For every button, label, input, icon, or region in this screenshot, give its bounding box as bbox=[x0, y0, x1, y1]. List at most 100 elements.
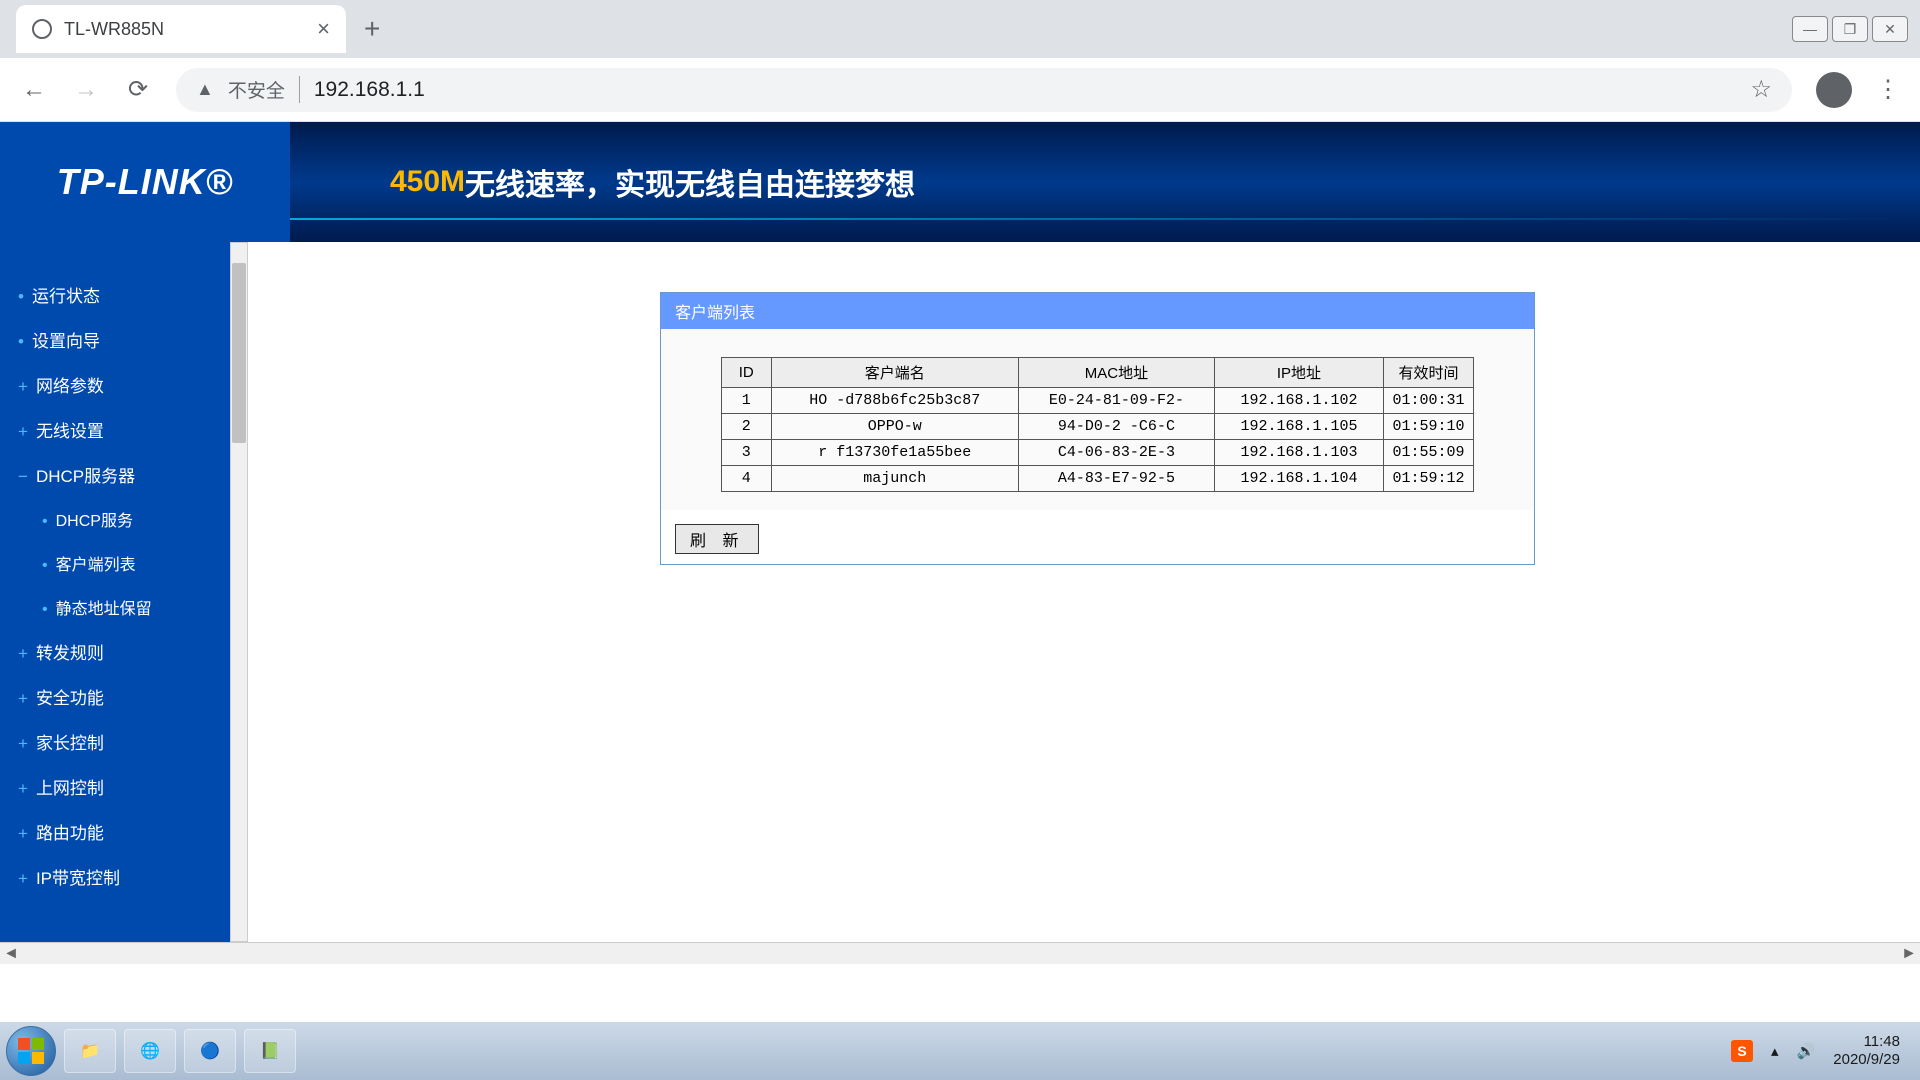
security-label: 不安全 bbox=[228, 76, 300, 103]
table-cell: 3 bbox=[722, 440, 772, 466]
taskbar-browser-icon[interactable]: 🌐 bbox=[124, 1029, 176, 1073]
address-bar: ← → ⟳ ▲ 不安全 192.168.1.1 ☆ ⋮ bbox=[0, 58, 1920, 122]
table-cell: r f13730fe1a55bee bbox=[771, 440, 1018, 466]
forward-button[interactable]: → bbox=[72, 76, 100, 104]
table-cell: 01:00:31 bbox=[1384, 388, 1474, 414]
client-list-panel: 客户端列表 ID客户端名MAC地址IP地址有效时间 1HO -d788b6fc2… bbox=[660, 292, 1535, 565]
sidebar-item-0[interactable]: • 运行状态 bbox=[0, 272, 230, 317]
sidebar-item-label: 网络参数 bbox=[36, 377, 104, 396]
table-cell: E0-24-81-09-F2- bbox=[1018, 388, 1214, 414]
close-window-button[interactable]: ✕ bbox=[1872, 16, 1908, 42]
windows-taskbar: 📁 🌐 🔵 📗 S ▴ 🔊 11:48 2020/9/29 bbox=[0, 1022, 1920, 1080]
banner-highlight: 450M bbox=[390, 165, 465, 199]
url-text: 192.168.1.1 bbox=[314, 78, 425, 102]
tab-title: TL-WR885N bbox=[64, 19, 305, 40]
sidebar-item-4[interactable]: −DHCP服务器 bbox=[0, 452, 230, 497]
volume-icon[interactable]: 🔊 bbox=[1797, 1042, 1816, 1060]
start-button[interactable] bbox=[6, 1026, 56, 1076]
scroll-left-icon[interactable]: ◄ bbox=[0, 945, 22, 963]
banner: 450M无线速率，实现无线自由连接梦想 bbox=[290, 122, 1920, 242]
bookmark-star-icon[interactable]: ☆ bbox=[1750, 75, 1772, 104]
banner-text: 无线速率，实现无线自由连接梦想 bbox=[465, 160, 915, 204]
bullet-icon: + bbox=[18, 644, 28, 663]
sidebar-item-2[interactable]: +网络参数 bbox=[0, 362, 230, 407]
kebab-menu-icon[interactable]: ⋮ bbox=[1876, 75, 1900, 104]
minimize-button[interactable]: — bbox=[1792, 16, 1828, 42]
sidebar-item-10[interactable]: + 家长控制 bbox=[0, 719, 230, 764]
bullet-icon: • bbox=[42, 557, 48, 574]
table-cell: 94-D0-2 -C6-C bbox=[1018, 414, 1214, 440]
table-cell: 01:59:10 bbox=[1384, 414, 1474, 440]
warning-icon: ▲ bbox=[196, 79, 214, 100]
taskbar-chrome-icon[interactable]: 🔵 bbox=[184, 1029, 236, 1073]
sidebar-item-3[interactable]: +无线设置 bbox=[0, 407, 230, 452]
maximize-button[interactable]: ❐ bbox=[1832, 16, 1868, 42]
sidebar-scrollbar[interactable] bbox=[230, 242, 248, 942]
scroll-right-icon[interactable]: ► bbox=[1898, 945, 1920, 963]
reload-button[interactable]: ⟳ bbox=[124, 76, 152, 104]
bullet-icon: • bbox=[42, 513, 48, 530]
new-tab-button[interactable]: + bbox=[364, 13, 380, 45]
table-cell: 192.168.1.104 bbox=[1214, 466, 1383, 492]
sidebar-item-label: 设置向导 bbox=[32, 332, 100, 351]
table-header: IP地址 bbox=[1214, 358, 1383, 388]
bullet-icon: + bbox=[18, 734, 28, 753]
table-cell: OPPO-w bbox=[771, 414, 1018, 440]
sidebar-item-5[interactable]: •DHCP服务 bbox=[0, 497, 230, 541]
sidebar-item-label: 静态地址保留 bbox=[56, 601, 152, 618]
table-cell: 2 bbox=[722, 414, 772, 440]
table-row: 2OPPO-w 94-D0-2 -C6-C 192.168.1.10501:59… bbox=[722, 414, 1474, 440]
refresh-button[interactable]: 刷 新 bbox=[675, 524, 759, 554]
table-row: 3r f13730fe1a55beeC4-06-83-2E-3 192.168.… bbox=[722, 440, 1474, 466]
table-cell: 192.168.1.105 bbox=[1214, 414, 1383, 440]
sidebar-item-label: 运行状态 bbox=[32, 287, 100, 306]
bullet-icon: + bbox=[18, 824, 28, 843]
close-tab-icon[interactable]: × bbox=[317, 16, 330, 42]
router-header: TP-LINK® 450M无线速率，实现无线自由连接梦想 bbox=[0, 122, 1920, 242]
sidebar-item-12[interactable]: + 路由功能 bbox=[0, 809, 230, 854]
sidebar-item-11[interactable]: +上网控制 bbox=[0, 764, 230, 809]
back-button[interactable]: ← bbox=[20, 76, 48, 104]
table-cell: 192.168.1.102 bbox=[1214, 388, 1383, 414]
sidebar-item-label: IP带宽控制 bbox=[36, 869, 120, 888]
bullet-icon: • bbox=[18, 287, 24, 306]
clock[interactable]: 11:48 2020/9/29 bbox=[1833, 1033, 1900, 1069]
windows-logo-icon bbox=[18, 1038, 44, 1064]
sidebar-item-label: 安全功能 bbox=[36, 689, 104, 708]
sidebar-item-label: 上网控制 bbox=[36, 779, 104, 798]
panel-title: 客户端列表 bbox=[661, 293, 1534, 329]
taskbar-explorer-icon[interactable]: 📁 bbox=[64, 1029, 116, 1073]
main-area: •运行状态•设置向导+网络参数+无线设置−DHCP服务器•DHCP服务•客户端列… bbox=[0, 242, 1920, 942]
browser-tab[interactable]: TL-WR885N × bbox=[16, 5, 346, 53]
table-cell: 1 bbox=[722, 388, 772, 414]
sidebar-item-8[interactable]: +转发规则 bbox=[0, 629, 230, 674]
sidebar-item-13[interactable]: +IP带宽控制 bbox=[0, 854, 230, 899]
tab-bar: TL-WR885N × + — ❐ ✕ bbox=[0, 0, 1920, 58]
taskbar-notepad-icon[interactable]: 📗 bbox=[244, 1029, 296, 1073]
table-header: 客户端名 bbox=[771, 358, 1018, 388]
sidebar-item-6[interactable]: •客户端列表 bbox=[0, 541, 230, 585]
sidebar-item-9[interactable]: + 安全功能 bbox=[0, 674, 230, 719]
tray-chevron-icon[interactable]: ▴ bbox=[1771, 1042, 1779, 1060]
sidebar: •运行状态•设置向导+网络参数+无线设置−DHCP服务器•DHCP服务•客户端列… bbox=[0, 242, 230, 942]
window-controls: — ❐ ✕ bbox=[1792, 16, 1920, 42]
bullet-icon: • bbox=[42, 601, 48, 618]
table-cell: C4-06-83-2E-3 bbox=[1018, 440, 1214, 466]
table-cell: 01:55:09 bbox=[1384, 440, 1474, 466]
clock-date: 2020/9/29 bbox=[1833, 1051, 1900, 1069]
sidebar-item-label: 无线设置 bbox=[36, 422, 104, 441]
table-header: ID bbox=[722, 358, 772, 388]
url-box[interactable]: ▲ 不安全 192.168.1.1 ☆ bbox=[176, 68, 1792, 112]
horizontal-scrollbar[interactable]: ◄ ► bbox=[0, 942, 1920, 964]
bullet-icon: + bbox=[18, 689, 28, 708]
table-row: 4majunch A4-83-E7-92-5 192.168.1.10401:5… bbox=[722, 466, 1474, 492]
globe-icon bbox=[32, 19, 52, 39]
sidebar-item-1[interactable]: •设置向导 bbox=[0, 317, 230, 362]
table-header: MAC地址 bbox=[1018, 358, 1214, 388]
profile-avatar-icon[interactable] bbox=[1816, 72, 1852, 108]
sidebar-item-7[interactable]: • 静态地址保留 bbox=[0, 585, 230, 629]
sidebar-item-label: 路由功能 bbox=[36, 824, 104, 843]
sidebar-item-label: 家长控制 bbox=[36, 734, 104, 753]
browser-chrome: TL-WR885N × + — ❐ ✕ ← → ⟳ ▲ 不安全 192.168.… bbox=[0, 0, 1920, 122]
sogou-ime-icon[interactable]: S bbox=[1731, 1040, 1753, 1062]
